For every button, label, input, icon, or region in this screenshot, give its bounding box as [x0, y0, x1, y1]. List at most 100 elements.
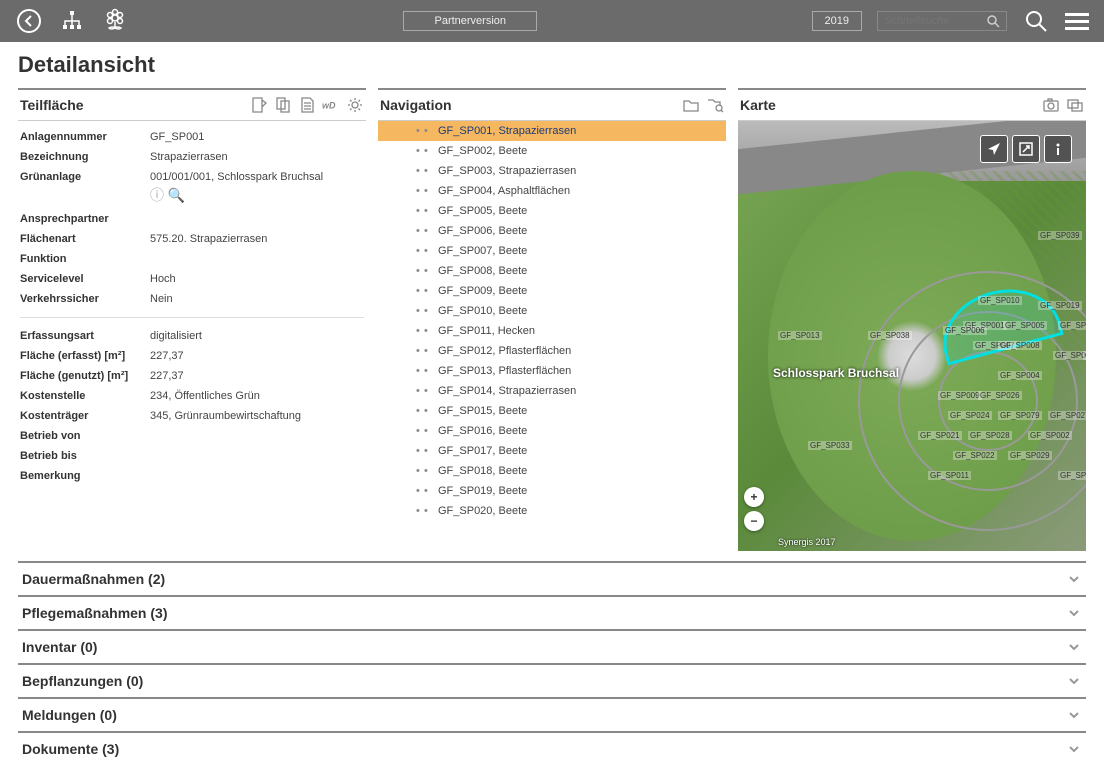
map-feature-label[interactable]: GF_SP028 [968, 431, 1012, 440]
map-feature-label[interactable]: GF_SP024 [948, 411, 992, 420]
map-feature-label[interactable]: GF_SP009 [938, 391, 982, 400]
nav-item[interactable]: GF_SP020, Beete [378, 501, 726, 521]
map-feature-label[interactable]: GF_SP022 [953, 451, 997, 460]
map-extent-button[interactable] [1012, 135, 1040, 163]
chevron-down-icon [1066, 605, 1082, 621]
map-feature-label[interactable]: GF_SP004 [998, 371, 1042, 380]
map-feature-label[interactable]: GF_SP015 [1058, 321, 1086, 330]
nav-item[interactable]: GF_SP012, Pflasterflächen [378, 341, 726, 361]
accordion-title: Bepflanzungen (0) [22, 673, 143, 689]
detail-value: 001/001/001, Schlosspark Bruchsalⓘ 🔍 [150, 171, 364, 205]
map-feature-label[interactable]: GF_SP029 [1008, 451, 1052, 460]
chevron-down-icon [1066, 673, 1082, 689]
accordion-section[interactable]: Bepflanzungen (0) [18, 663, 1086, 697]
map-feature-label[interactable]: GF_SP013 [778, 331, 822, 340]
layers-icon[interactable] [1066, 96, 1084, 114]
network-icon[interactable] [58, 7, 86, 35]
map-feature-label[interactable]: GF_SP006 [943, 326, 987, 335]
wd-icon[interactable]: wD [322, 96, 340, 114]
accordion-section[interactable]: Meldungen (0) [18, 697, 1086, 731]
nav-item[interactable]: GF_SP006, Beete [378, 221, 726, 241]
detail-label: Ansprechpartner [20, 213, 150, 225]
map-feature-label[interactable]: GF_SP026 [978, 391, 1022, 400]
map-locate-button[interactable] [980, 135, 1008, 163]
map-park-name: Schlosspark Bruchsal [773, 366, 899, 380]
detail-row: Kostenstelle234, Öffentliches Grün [20, 386, 364, 406]
map-feature-label[interactable]: GF_SP030 [1058, 471, 1086, 480]
map-feature-label[interactable]: GF_SP008 [998, 341, 1042, 350]
nav-item[interactable]: GF_SP004, Asphaltflächen [378, 181, 726, 201]
nav-item[interactable]: GF_SP013, Pflasterflächen [378, 361, 726, 381]
accordion-section[interactable]: Inventar (0) [18, 629, 1086, 663]
nav-item[interactable]: GF_SP019, Beete [378, 481, 726, 501]
nav-item[interactable]: GF_SP016, Beete [378, 421, 726, 441]
detail-row: ServicelevelHoch [20, 269, 364, 289]
accordion-title: Pflegemaßnahmen (3) [22, 605, 167, 621]
nav-item[interactable]: GF_SP008, Beete [378, 261, 726, 281]
map-feature-label[interactable]: GF_SP019 [1038, 301, 1082, 310]
version-pill[interactable]: Partnerversion [403, 11, 537, 31]
map-feature-label[interactable]: GF_SP021 [918, 431, 962, 440]
map-info-button[interactable] [1044, 135, 1072, 163]
quick-search[interactable] [877, 11, 1007, 31]
detail-label: Anlagennummer [20, 131, 150, 143]
edit-icon[interactable] [250, 96, 268, 114]
nav-item[interactable]: GF_SP011, Hecken [378, 321, 726, 341]
detail-value: Strapazierrasen [150, 151, 364, 163]
map-feature-label[interactable]: GF_SP038 [868, 331, 912, 340]
map-zoom-out[interactable]: − [744, 511, 764, 531]
detail-row: Grünanlage001/001/001, Schlosspark Bruch… [20, 167, 364, 209]
page-title: Detailansicht [18, 52, 1086, 78]
nav-item[interactable]: GF_SP005, Beete [378, 201, 726, 221]
detail-label: Kostenstelle [20, 390, 150, 402]
accordion-section[interactable]: Pflegemaßnahmen (3) [18, 595, 1086, 629]
nav-item[interactable]: GF_SP001, Strapazierrasen [378, 121, 726, 141]
map-feature-label[interactable]: GF_SP079 [998, 411, 1042, 420]
nav-item[interactable]: GF_SP010, Beete [378, 301, 726, 321]
nav-item[interactable]: GF_SP018, Beete [378, 461, 726, 481]
detail-value: GF_SP001 [150, 131, 364, 143]
flower-icon[interactable] [101, 7, 129, 35]
nav-item[interactable]: GF_SP015, Beete [378, 401, 726, 421]
detail-label: Kostenträger [20, 410, 150, 422]
year-selector[interactable]: 2019 [812, 11, 862, 31]
map-feature-label[interactable]: GF_SP010 [978, 296, 1022, 305]
map-feature-label[interactable]: GF_SP011 [928, 471, 971, 480]
map-feature-label[interactable]: GF_SP039 [1038, 231, 1082, 240]
accordion-section[interactable]: Dauermaßnahmen (2) [18, 561, 1086, 595]
detail-label: Verkehrssicher [20, 293, 150, 305]
nav-item[interactable]: GF_SP017, Beete [378, 441, 726, 461]
copy-icon[interactable] [274, 96, 292, 114]
info-icon[interactable]: ⓘ [150, 187, 164, 203]
nav-item[interactable]: GF_SP003, Strapazierrasen [378, 161, 726, 181]
map-feature-label[interactable]: GF_SP027 [1048, 411, 1086, 420]
search-input[interactable] [884, 15, 986, 27]
nav-item[interactable]: GF_SP002, Beete [378, 141, 726, 161]
detail-label: Grünanlage [20, 171, 150, 205]
map-feature-label[interactable]: GF_SP033 [808, 441, 852, 450]
map-viewport[interactable]: GF_SP039GF_SP010GF_SP019GF_SP001GF_SP005… [738, 121, 1086, 551]
camera-icon[interactable] [1042, 96, 1060, 114]
map-feature-label[interactable]: GF_SP005 [1003, 321, 1047, 330]
gear-icon[interactable] [346, 96, 364, 114]
nav-item[interactable]: GF_SP009, Beete [378, 281, 726, 301]
folder-search-icon[interactable] [706, 96, 724, 114]
map-feature-label[interactable]: GF_SP002 [1028, 431, 1072, 440]
accordion-section[interactable]: Dokumente (3) [18, 731, 1086, 765]
search-icon[interactable] [986, 14, 1000, 28]
document-icon[interactable] [298, 96, 316, 114]
map-feature-label[interactable]: GF_SP018 [1083, 351, 1086, 360]
chevron-down-icon [1066, 571, 1082, 587]
detail-value: Nein [150, 293, 364, 305]
map-feature-label[interactable]: GF_SP017 [1053, 351, 1086, 360]
advanced-search-icon[interactable] [1022, 7, 1050, 35]
map-zoom-in[interactable]: + [744, 487, 764, 507]
nav-item[interactable]: GF_SP007, Beete [378, 241, 726, 261]
back-button[interactable] [15, 7, 43, 35]
chevron-down-icon [1066, 741, 1082, 757]
folder-icon[interactable] [682, 96, 700, 114]
menu-button[interactable] [1065, 13, 1089, 30]
nav-item[interactable]: GF_SP014, Strapazierrasen [378, 381, 726, 401]
lookup-icon[interactable]: 🔍 [168, 187, 185, 203]
detail-row: Erfassungsartdigitalisiert [20, 326, 364, 346]
